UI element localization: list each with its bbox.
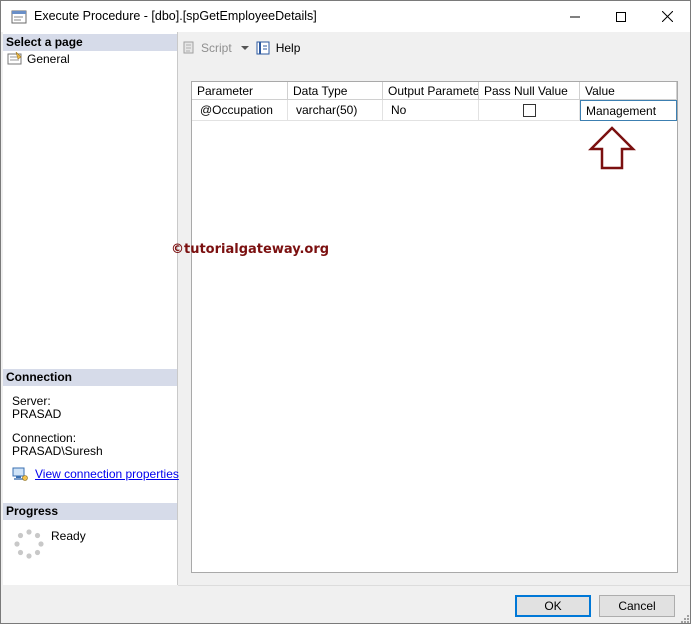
cell-output-parameter: No (383, 100, 479, 121)
minimize-icon (570, 16, 580, 17)
cell-data-type: varchar(50) (288, 100, 383, 121)
help-button[interactable]: Help (256, 40, 301, 56)
script-dropdown-icon[interactable] (240, 45, 250, 51)
maximize-icon (616, 11, 626, 22)
select-page-header: Select a page (3, 34, 177, 51)
script-icon (183, 41, 194, 54)
connection-label: Connection: (12, 431, 77, 445)
server-value: PRASAD (12, 407, 62, 421)
execute-procedure-dialog: Execute Procedure - [dbo].[spGetEmployee… (0, 0, 691, 624)
watermark-text: ©tutorialgateway.org (171, 242, 330, 257)
page-item-general[interactable]: General (7, 51, 70, 67)
column-header-output-parameter: Output Parameter (383, 82, 479, 100)
server-label: Server: (12, 394, 51, 408)
view-connection-properties-text[interactable]: View connection properties (35, 467, 179, 481)
column-header-data-type: Data Type (288, 82, 383, 100)
view-connection-properties-link[interactable]: View connection properties (12, 466, 179, 482)
page-item-label: General (27, 52, 70, 66)
cell-parameter: @Occupation (192, 100, 288, 121)
window-title: Execute Procedure - [dbo].[spGetEmployee… (34, 9, 317, 23)
value-input[interactable] (580, 100, 677, 121)
ok-button[interactable]: OK (515, 595, 591, 617)
grid-header-row: Parameter Data Type Output Parameter Pas… (192, 82, 677, 100)
toolbar: Script Help (181, 37, 300, 59)
title-bar[interactable]: Execute Procedure - [dbo].[spGetEmployee… (1, 1, 690, 32)
column-header-parameter: Parameter (192, 82, 288, 100)
close-button[interactable] (644, 1, 690, 32)
script-label: Script (201, 41, 232, 55)
cell-pass-null-value (479, 100, 580, 121)
connection-value: PRASAD\Suresh (12, 444, 103, 458)
connection-properties-icon (12, 467, 28, 481)
help-label: Help (275, 41, 301, 55)
resize-grip-icon[interactable] (679, 613, 689, 623)
column-header-pass-null-value: Pass Null Value (479, 82, 580, 100)
table-row[interactable]: @Occupation varchar(50) No (192, 100, 677, 121)
progress-header: Progress (3, 503, 177, 520)
cancel-button[interactable]: Cancel (599, 595, 675, 617)
connection-header: Connection (3, 369, 177, 386)
pass-null-value-checkbox[interactable] (522, 103, 536, 117)
bottom-separator (178, 585, 690, 586)
app-icon (11, 10, 27, 24)
progress-spinner-icon (14, 529, 44, 559)
left-pane: Select a page General Connection Server:… (3, 32, 179, 585)
minimize-button[interactable] (552, 1, 598, 32)
help-icon (256, 41, 270, 55)
progress-status: Ready (51, 529, 86, 543)
up-arrow-icon (588, 126, 636, 170)
column-header-value: Value (580, 82, 677, 100)
maximize-button[interactable] (598, 1, 644, 32)
script-button[interactable]: Script (181, 40, 232, 56)
close-icon (661, 11, 673, 22)
general-page-icon (7, 52, 22, 65)
